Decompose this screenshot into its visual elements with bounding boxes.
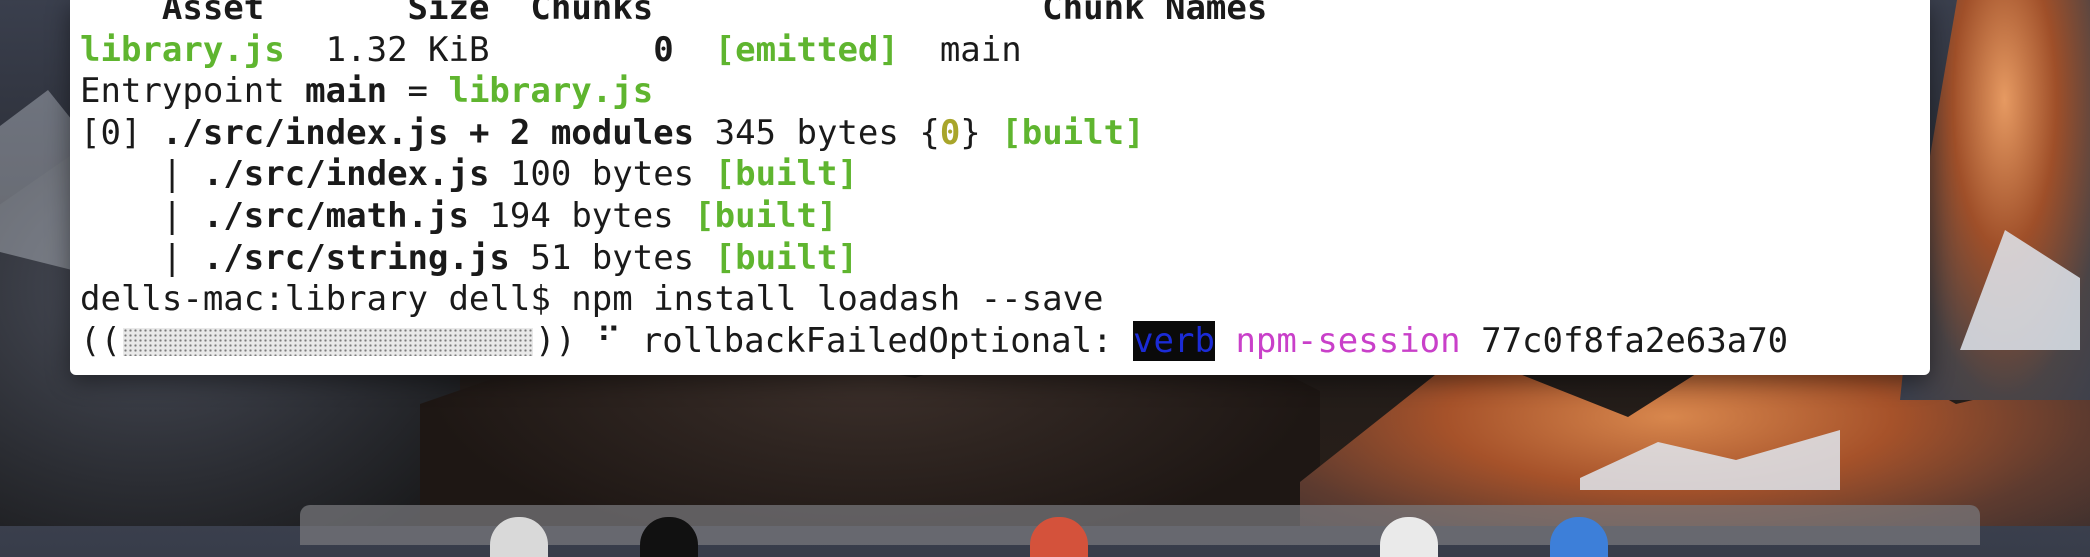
module-path: ./src/index.js + 2 modules: [161, 112, 695, 153]
entrypoint-prefix: Entrypoint: [80, 71, 306, 112]
module-brace-close: }: [960, 112, 981, 153]
dock-app-icon[interactable]: [1550, 517, 1608, 557]
session-id: 77c0f8fa2e63a70: [1481, 320, 1789, 361]
asset-chunk: 0: [653, 29, 674, 70]
submodule-status: [built]: [694, 195, 838, 236]
header-chunk-names: Chunk Names: [1042, 0, 1268, 28]
submodule-pipe: |: [161, 154, 183, 195]
entrypoint-name: main: [305, 71, 388, 112]
module-chunk: 0: [939, 112, 961, 153]
entrypoint-line: Entrypoint main = library.js: [80, 71, 1788, 113]
progress-open: ((: [80, 320, 121, 361]
submodule-line: | ./src/math.js 194 bytes [built]: [80, 196, 1788, 238]
terminal-output: Asset Size Chunks Chunk Names library.js…: [80, 0, 1788, 362]
submodule-pipe: |: [161, 237, 183, 278]
asset-status: [emitted]: [714, 29, 899, 70]
submodule-status: [built]: [714, 154, 858, 195]
progress-bar: [122, 328, 533, 357]
header-size: Size: [407, 0, 490, 28]
submodule-path: ./src/math.js: [202, 195, 469, 236]
dock-app-icon[interactable]: [640, 517, 698, 557]
module-line: [0] ./src/index.js + 2 modules 345 bytes…: [80, 113, 1788, 155]
prompt-line[interactable]: dells-mac:library dell$ npm install load…: [80, 279, 1788, 321]
terminal-window[interactable]: Asset Size Chunks Chunk Names library.js…: [70, 0, 1930, 375]
asset-size: 1.32 KiB: [325, 29, 490, 70]
submodule-size: 194 bytes: [489, 195, 674, 236]
npm-progress-line: (()) ⠋ rollbackFailedOptional: verb npm-…: [80, 320, 1789, 363]
dock-app-icon[interactable]: [490, 517, 548, 557]
log-level: verb: [1133, 320, 1215, 361]
asset-file: library.js: [80, 29, 285, 70]
progress-task: rollbackFailedOptional:: [641, 320, 1113, 361]
asset-chunk-name: main: [939, 29, 1022, 70]
dock: [300, 505, 1980, 557]
entrypoint-eq: =: [387, 71, 449, 112]
submodule-line: | ./src/index.js 100 bytes [built]: [80, 154, 1788, 196]
dock-app-icon[interactable]: [1030, 517, 1088, 557]
submodule-size: 51 bytes: [530, 237, 695, 278]
module-brace-open: {: [919, 112, 940, 153]
header-asset: Asset: [161, 0, 265, 28]
module-id: [0]: [80, 112, 142, 153]
table-header: Asset Size Chunks Chunk Names: [80, 0, 1788, 30]
shell-command[interactable]: npm install loadash --save: [571, 279, 1103, 319]
module-status: [built]: [1001, 112, 1145, 153]
asset-row: library.js 1.32 KiB 0 [emitted] main: [80, 30, 1788, 72]
dock-app-icon[interactable]: [1380, 517, 1438, 557]
submodule-path: ./src/index.js: [202, 154, 490, 195]
submodule-path: ./src/string.js: [202, 237, 510, 278]
submodule-line: | ./src/string.js 51 bytes [built]: [80, 238, 1788, 280]
shell-prompt: dells-mac:library dell$: [80, 279, 551, 320]
submodule-size: 100 bytes: [509, 154, 695, 195]
module-size: 345 bytes: [714, 112, 899, 153]
submodule-status: [built]: [714, 237, 858, 278]
submodule-pipe: |: [161, 195, 183, 236]
session-label: npm-session: [1235, 320, 1461, 361]
header-chunks: Chunks: [530, 0, 654, 28]
entrypoint-file: library.js: [448, 71, 654, 112]
progress-close: )): [534, 320, 576, 361]
spinner-icon: ⠋: [596, 320, 622, 361]
